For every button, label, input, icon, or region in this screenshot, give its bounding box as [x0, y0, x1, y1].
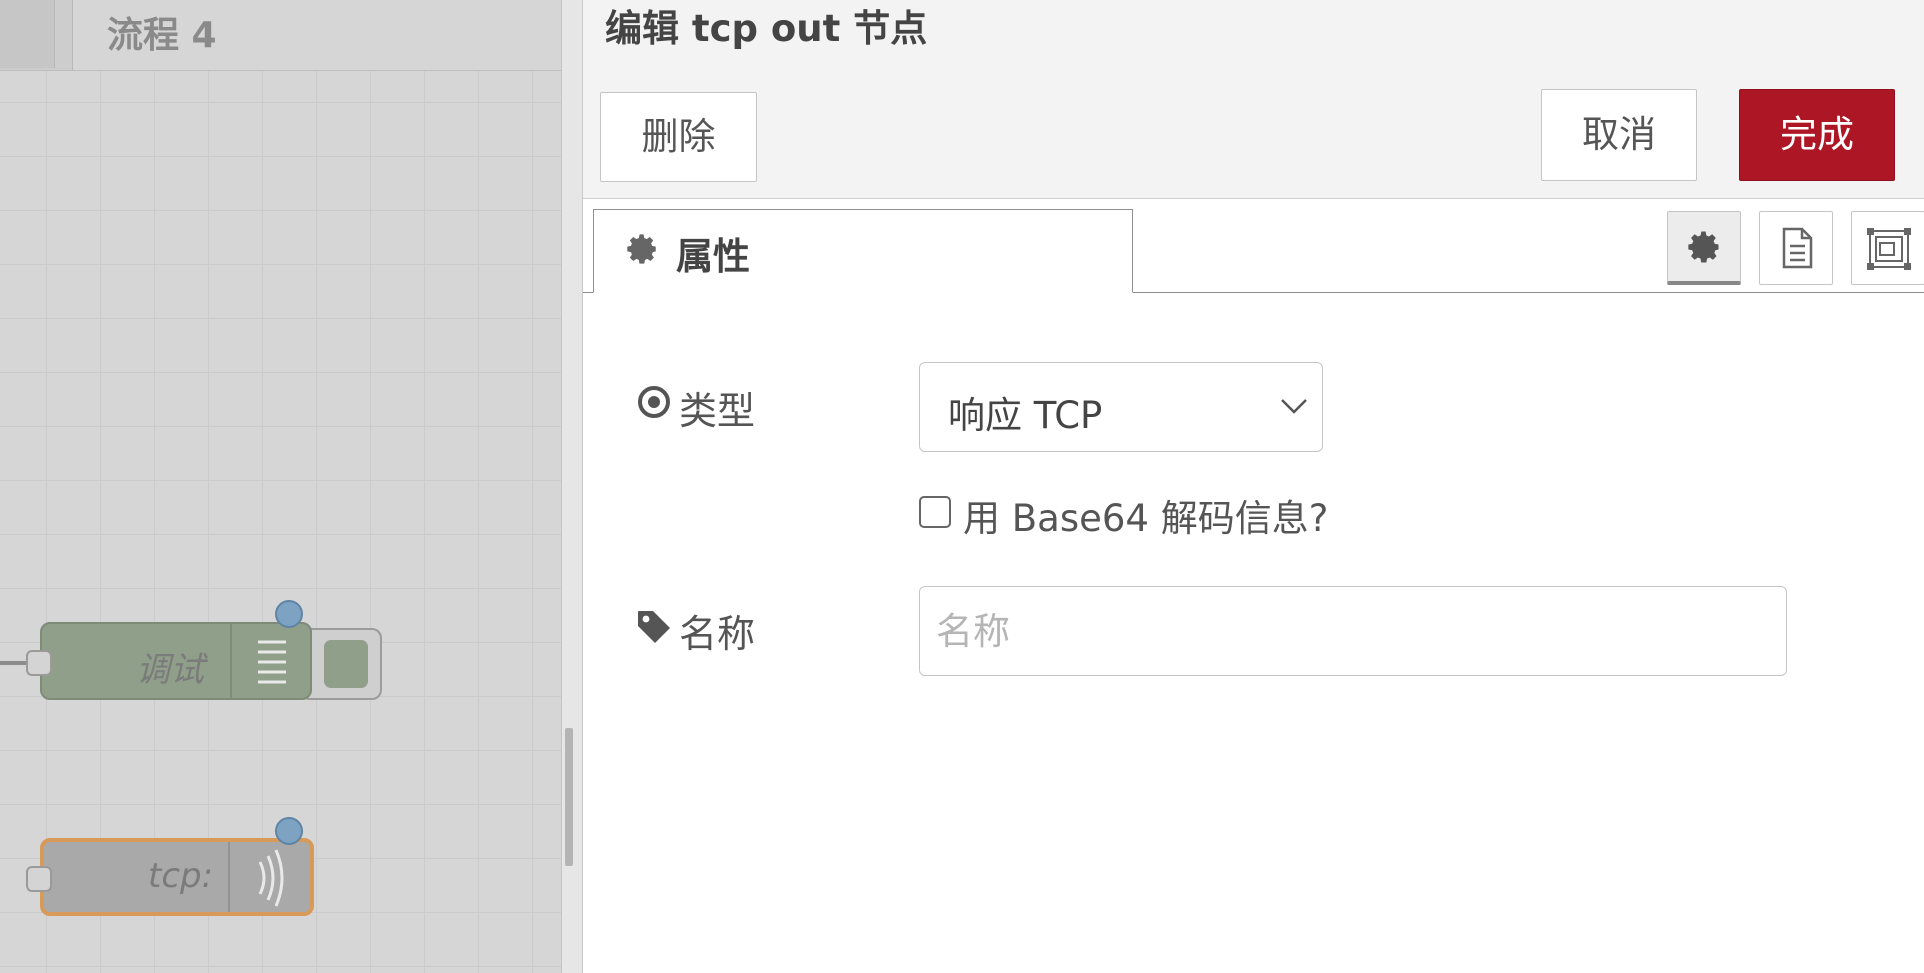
workspace-canvas[interactable]: 流程 4 调试 tcp: [0, 0, 562, 973]
tcp-node-input-port[interactable] [26, 866, 52, 892]
tray-title: 编辑 tcp out 节点 [605, 7, 928, 50]
type-label: 类型 [679, 389, 756, 433]
done-button-label: 完成 [1780, 113, 1854, 156]
document-icon [1778, 226, 1816, 274]
tcp-out-node[interactable]: tcp: [40, 838, 314, 916]
tcp-node-label: tcp: [148, 856, 214, 896]
name-input[interactable] [919, 586, 1787, 676]
node-properties-tab-button[interactable] [1667, 211, 1741, 285]
debug-node[interactable]: 调试 [40, 622, 312, 700]
tray-header: 编辑 tcp out 节点 [583, 0, 1924, 73]
debug-node-input-port[interactable] [26, 650, 52, 676]
node-description-tab-button[interactable] [1759, 211, 1833, 285]
delete-button[interactable]: 删除 [600, 92, 757, 182]
base64-checkbox-label[interactable]: 用 Base64 解码信息? [963, 488, 1328, 542]
type-select-value: 响应 TCP [948, 394, 1103, 437]
cancel-button[interactable]: 取消 [1541, 89, 1697, 181]
cancel-button-label: 取消 [1582, 113, 1656, 156]
name-label: 名称 [679, 612, 756, 656]
node-appearance-tab-button[interactable] [1851, 211, 1924, 285]
base64-checkbox[interactable] [919, 496, 951, 528]
gear-icon [626, 232, 660, 270]
type-select[interactable]: 响应 TCP [919, 362, 1323, 452]
list-icon [230, 624, 314, 698]
workspace-tab-current[interactable]: 流程 4 [72, 0, 562, 70]
done-button[interactable]: 完成 [1739, 89, 1895, 181]
delete-button-label: 删除 [641, 115, 716, 158]
edit-tray: 编辑 tcp out 节点 删除 取消 完成 属性 类型 响应 TCP 用 Ba… [582, 0, 1924, 973]
tray-toolbar: 删除 取消 完成 [583, 72, 1924, 199]
workspace-tab-previous[interactable] [0, 0, 55, 68]
radio-target-icon [637, 385, 671, 423]
tab-properties[interactable]: 属性 [593, 209, 1133, 293]
chevron-down-icon [1280, 397, 1308, 419]
gear-icon [1687, 229, 1723, 269]
workspace-tab-bar: 流程 4 [0, 0, 562, 71]
tcp-node-status-dot [275, 817, 303, 845]
debug-node-status-dot [275, 600, 303, 628]
wave-icon [228, 842, 312, 912]
expand-icon [1866, 227, 1912, 275]
workspace-scrollbar[interactable] [565, 728, 573, 866]
tab-properties-label: 属性 [676, 235, 750, 278]
workspace-tab-label: 流程 4 [107, 15, 217, 56]
debug-node-label: 调试 [136, 650, 204, 690]
tag-icon [636, 609, 672, 649]
